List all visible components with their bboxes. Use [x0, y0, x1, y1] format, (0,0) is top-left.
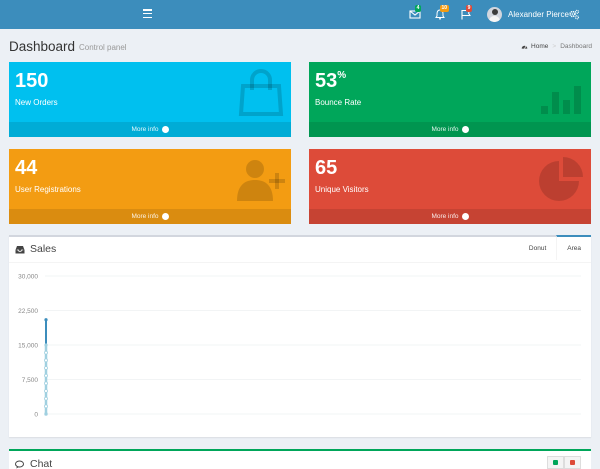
- breadcrumb-current: Dashboard: [560, 43, 592, 50]
- data-point: [44, 366, 48, 370]
- comments-icon: [15, 460, 24, 468]
- y-tick-label: 7,500: [22, 377, 39, 384]
- stat-label: New Orders: [15, 98, 58, 107]
- sales-tabs: Donut Area: [519, 235, 591, 260]
- user-plus-icon: [237, 160, 285, 201]
- sales-area-chart: 0 7,500 15,000 22,500 30,000: [18, 274, 581, 419]
- stat-label: Unique Visitors: [315, 185, 369, 194]
- data-point: [44, 389, 48, 393]
- bar-chart-icon: [541, 86, 581, 114]
- breadcrumb: Home > Dashboard: [521, 43, 592, 50]
- user-name: Alexander Pierce: [508, 10, 569, 19]
- messages-menu[interactable]: 4: [409, 5, 421, 20]
- y-tick-label: 0: [34, 412, 38, 419]
- more-info-link[interactable]: More info: [9, 209, 291, 224]
- page-subtitle: Control panel: [79, 43, 127, 52]
- top-navbar: 4 10 9 Alexander Pierce: [0, 0, 600, 29]
- gears-icon[interactable]: [568, 9, 580, 20]
- shopping-bag-icon: [238, 69, 284, 116]
- notifications-badge: 10: [440, 5, 449, 12]
- y-tick-label: 15,000: [18, 343, 38, 350]
- tasks-menu[interactable]: 9: [460, 5, 472, 20]
- stat-label: User Registrations: [15, 185, 81, 194]
- breadcrumb-home[interactable]: Home: [521, 43, 548, 50]
- sales-box: Sales Donut Area 0 7,500 15,000 22,500 30,00…: [9, 235, 591, 437]
- chat-box: Chat: [9, 449, 591, 469]
- arrow-circle-right-icon: [461, 126, 469, 133]
- user-menu[interactable]: Alexander Pierce: [487, 6, 569, 23]
- y-tick-label: 22,500: [18, 308, 38, 315]
- avatar: [487, 7, 502, 22]
- dashboard-icon: [521, 45, 528, 49]
- data-point: [44, 404, 48, 409]
- breadcrumb-separator: >: [552, 43, 557, 50]
- tasks-badge: 9: [466, 5, 472, 12]
- sales-title: Sales: [15, 243, 56, 255]
- breadcrumb-home-label: Home: [531, 43, 549, 50]
- stat-value: 44: [15, 157, 38, 179]
- stat-box-unique-visitors: 65 Unique Visitors More info: [309, 149, 591, 224]
- data-point: [44, 358, 48, 363]
- more-info-link[interactable]: More info: [9, 122, 291, 137]
- y-tick-label: 30,000: [18, 274, 38, 281]
- pie-chart-icon: [539, 157, 583, 201]
- more-info-link[interactable]: More info: [309, 209, 591, 224]
- tab-area[interactable]: Area: [556, 235, 591, 260]
- arrow-circle-right-icon: [161, 213, 169, 220]
- notifications-menu[interactable]: 10: [434, 5, 449, 20]
- page-title: Dashboard: [9, 39, 76, 54]
- data-point: [44, 373, 48, 378]
- inbox-icon: [15, 245, 25, 253]
- data-point: [44, 396, 48, 401]
- stat-box-bounce-rate: 53% Bounce Rate More info: [309, 62, 591, 137]
- arrow-circle-right-icon: [161, 126, 169, 133]
- stat-box-new-orders: 150 New Orders More info: [9, 62, 291, 137]
- chat-tools: [547, 456, 581, 469]
- data-point: [44, 343, 48, 347]
- data-point: [44, 412, 48, 416]
- sidebar-toggle-icon[interactable]: [143, 9, 152, 19]
- tab-donut[interactable]: Donut: [519, 235, 556, 260]
- stat-value: 150: [15, 70, 49, 92]
- arrow-circle-right-icon: [461, 213, 469, 220]
- stat-value: 53%: [315, 70, 347, 92]
- chat-status-online-button[interactable]: [547, 456, 564, 469]
- stat-box-user-registrations: 44 User Registrations More info: [9, 149, 291, 224]
- chat-status-offline-button[interactable]: [564, 456, 581, 469]
- stat-label: Bounce Rate: [315, 98, 362, 107]
- messages-badge: 4: [415, 5, 421, 12]
- more-info-link[interactable]: More info: [309, 122, 591, 137]
- data-point: [44, 350, 48, 355]
- data-point: [44, 318, 48, 322]
- data-point: [44, 381, 48, 386]
- chat-title: Chat: [15, 458, 52, 469]
- stat-value: 65: [315, 157, 338, 179]
